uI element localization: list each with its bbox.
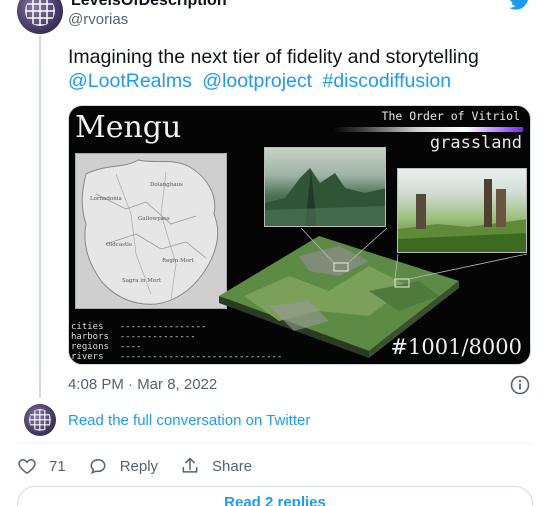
tweet-links: @LootRealms @lootproject #discodiffusion [68, 68, 456, 94]
like-button[interactable]: 71 [17, 456, 66, 476]
heart-icon [18, 458, 36, 474]
twitter-bird-icon[interactable] [508, 0, 532, 10]
read-full-conversation-link[interactable]: Read the full conversation on Twitter [68, 412, 310, 429]
info-icon[interactable] [510, 375, 530, 395]
tweet-actions-bar: 71 Reply Share [17, 455, 274, 477]
tweet-text: Imagining the next tier of fidelity and … [68, 46, 479, 68]
share-upload-icon [182, 457, 198, 473]
read-replies-label: Read 2 replies [224, 494, 326, 506]
share-button[interactable]: Share [180, 456, 252, 476]
media-landscape-thumbnail-2 [397, 168, 527, 253]
mention-lootrealms-link[interactable]: @LootRealms [68, 70, 192, 92]
author-avatar[interactable] [17, 0, 63, 34]
hashtag-discodiffusion-link[interactable]: #discodiffusion [322, 70, 451, 92]
tweet-embed-card: LevelsOfDescription @rvorias Imagining t… [0, 0, 550, 506]
reply-bubble-icon [90, 458, 106, 474]
media-edition-counter: #1001/8000 [390, 335, 522, 359]
reply-label: Reply [119, 457, 159, 475]
reply-button[interactable]: Reply [88, 456, 158, 476]
thread-connector-line [39, 36, 41, 398]
share-label: Share [212, 457, 253, 475]
media-landscape-thumbnail-1 [264, 147, 386, 227]
read-replies-button[interactable]: Read 2 replies [17, 486, 533, 506]
conversation-avatar[interactable] [24, 404, 56, 436]
like-count: 71 [49, 457, 66, 475]
actions-divider [17, 443, 533, 444]
author-display-name[interactable]: LevelsOfDescription [71, 0, 227, 10]
tweet-media-image[interactable]: Mengu The Order of Vitriol grassland Lor… [68, 105, 531, 365]
mention-lootproject-link[interactable]: @lootproject [202, 70, 312, 92]
author-handle[interactable]: @rvorias [68, 11, 128, 28]
tweet-timestamp[interactable]: 4:08 PM · Mar 8, 2022 [68, 376, 217, 393]
